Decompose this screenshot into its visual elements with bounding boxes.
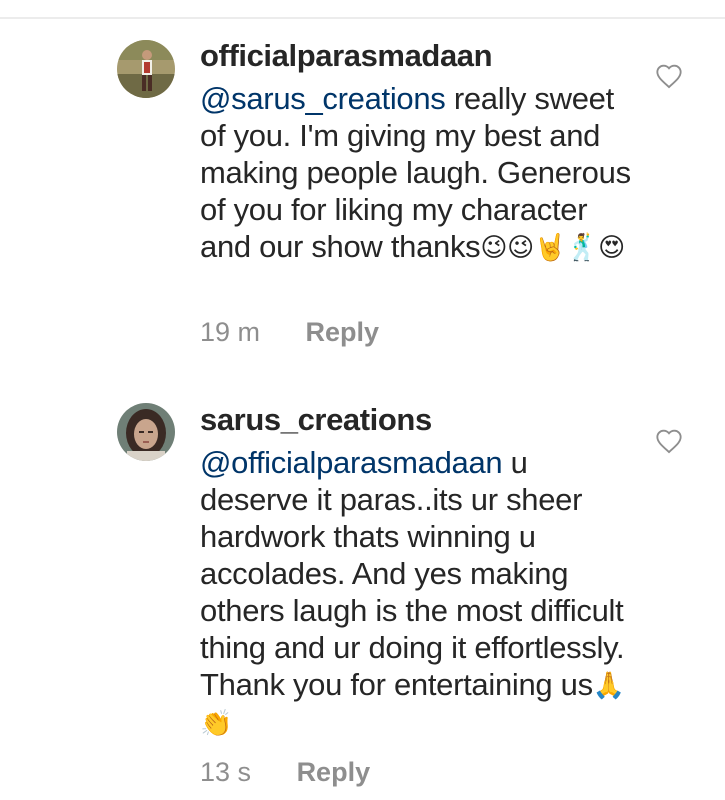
comment-body-text: u deserve it paras..its ur sheer hardwor… bbox=[200, 445, 625, 702]
comment-timestamp: 13 s bbox=[200, 757, 252, 787]
avatar-man-standing-icon bbox=[117, 40, 175, 98]
comment-text: @officialparasmadaan u deserve it paras.… bbox=[200, 444, 640, 742]
comment-username[interactable]: sarus_creations bbox=[200, 402, 432, 438]
avatar[interactable] bbox=[117, 40, 175, 98]
reply-button[interactable]: Reply bbox=[306, 317, 380, 348]
mention-link[interactable]: @officialparasmadaan bbox=[200, 445, 503, 480]
mention-link[interactable]: @sarus_creations bbox=[200, 81, 446, 116]
divider bbox=[0, 17, 725, 19]
reply-button[interactable]: Reply bbox=[297, 757, 371, 788]
comment-meta: 13 s Reply bbox=[200, 757, 370, 788]
avatar[interactable] bbox=[117, 403, 175, 461]
heart-outline-icon[interactable] bbox=[655, 428, 683, 454]
heart-outline-icon[interactable] bbox=[655, 63, 683, 89]
comment-username[interactable]: officialparasmadaan bbox=[200, 38, 493, 74]
comments-screen: officialparasmadaan @sarus_creations rea… bbox=[0, 0, 725, 800]
comment-timestamp: 19 m bbox=[200, 317, 261, 347]
comment-emojis: 😉😉🤘🕺😍 bbox=[480, 232, 625, 262]
comment-text: @sarus_creations really sweet of you. I'… bbox=[200, 80, 640, 266]
avatar-woman-portrait-icon bbox=[117, 403, 175, 461]
comment-meta: 19 m Reply bbox=[200, 317, 379, 348]
